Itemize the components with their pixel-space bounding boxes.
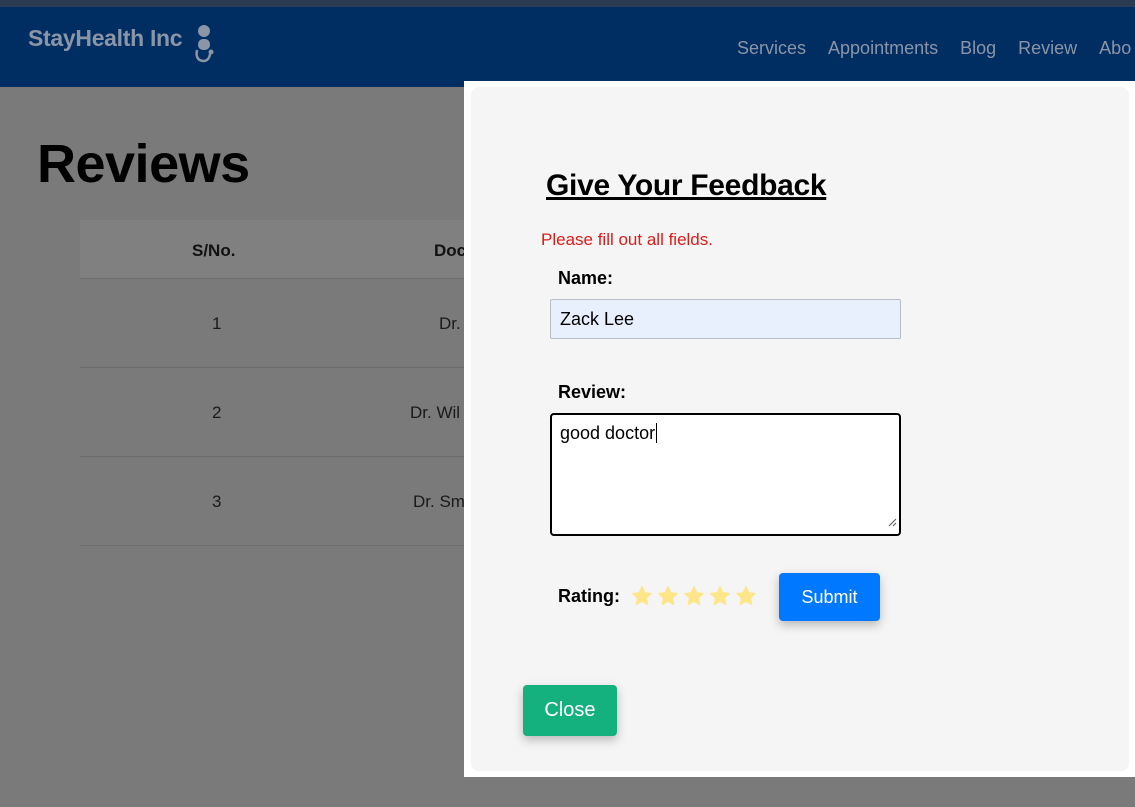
nav-link-review[interactable]: Review [1018,37,1077,59]
rating-label: Rating: [558,586,620,606]
nav-link-appointments[interactable]: Appointments [828,37,938,59]
star-icon[interactable] [683,585,705,607]
cell-doctor: Dr. [439,314,461,333]
table-row: 1 Dr. [80,279,480,368]
review-textarea[interactable]: good doctor [550,413,901,536]
doctor-stethoscope-icon [192,24,216,71]
resize-grip-icon[interactable] [887,511,897,532]
navbar: StayHealth Inc Services Appointments Blo… [0,7,1135,87]
error-message: Please fill out all fields. [541,230,713,249]
header-sno: S/No. [192,241,236,260]
close-button[interactable]: Close [523,685,617,736]
cell-sno: 2 [212,403,222,422]
star-icon[interactable] [657,585,679,607]
cell-sno: 1 [212,314,222,333]
submit-button[interactable]: Submit [779,573,880,621]
page-title: Reviews [37,134,250,194]
reviews-table: S/No. Doc 1 Dr. 2 Dr. Wil 3 Dr. Sm [80,220,480,546]
brand-logo[interactable]: StayHealth Inc [28,24,216,71]
header-doctor: Doc [434,241,467,260]
star-icon[interactable] [709,585,731,607]
name-label: Name: [558,268,614,288]
nav-link-services[interactable]: Services [737,37,806,59]
review-label: Review: [558,382,627,402]
cell-doctor: Dr. Wil [410,403,461,422]
brand-name: StayHealth Inc [28,25,183,51]
modal-title: Give Your Feedback [546,169,827,202]
cell-sno: 3 [212,492,222,511]
nav-link-blog[interactable]: Blog [960,37,996,59]
window-top-strip [0,0,1135,7]
text-caret [656,423,658,443]
nav-links: Services Appointments Blog Review Abo [737,37,1135,59]
star-icon[interactable] [631,585,653,607]
name-input[interactable] [550,299,901,339]
nav-link-about[interactable]: Abo [1099,37,1131,59]
star-icon[interactable] [735,585,757,607]
table-row: 2 Dr. Wil [80,368,480,457]
cell-doctor: Dr. Sm [413,492,465,511]
table-row: 3 Dr. Sm [80,457,480,546]
review-text: good doctor [560,423,656,443]
star-rating[interactable] [631,585,761,607]
table-header: S/No. Doc [80,220,480,279]
feedback-modal: Give Your Feedback Please fill out all f… [471,87,1129,771]
